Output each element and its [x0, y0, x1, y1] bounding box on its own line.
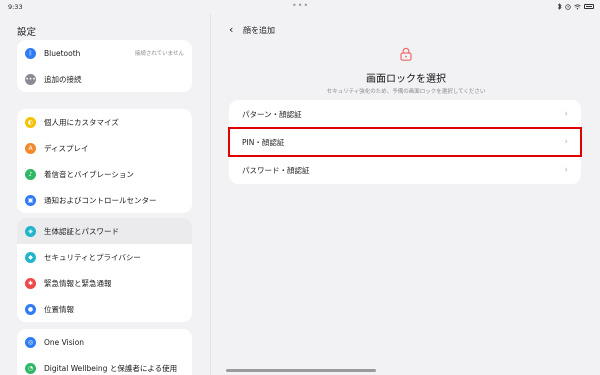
wifi-status-icon: [574, 4, 581, 9]
sidebar-item-emergency[interactable]: ✱ 緊急情報と緊急通報: [17, 270, 192, 296]
sidebar-item-sound[interactable]: ♪ 着信音とバイブレーション: [17, 161, 192, 187]
notification-icon: ▣: [25, 194, 36, 206]
chevron-right-icon: ›: [564, 109, 568, 119]
bluetooth-icon: ᛒ: [25, 47, 36, 59]
sidebar-item-label: 緊急情報と緊急通報: [44, 278, 112, 288]
sidebar-item-label: 着信音とバイブレーション: [44, 169, 134, 179]
status-time: 9:33: [8, 3, 23, 11]
home-indicator[interactable]: [226, 369, 376, 372]
sidebar-item-bluetooth[interactable]: ᛒ Bluetooth 接続されていません: [17, 40, 192, 66]
sidebar-item-label: One Vision: [44, 337, 85, 347]
sidebar-item-label: 通知およびコントロールセンター: [44, 195, 157, 205]
sound-icon: ♪: [25, 168, 36, 180]
sidebar-title: 設定: [17, 27, 37, 38]
emergency-icon: ✱: [25, 277, 36, 289]
settings-sidebar: 設定 ᛒ Bluetooth 接続されていません ••• 追加の接続 ◐ 個人用…: [0, 14, 211, 375]
sidebar-item-label: 追加の接続: [44, 74, 82, 84]
status-icons: [557, 3, 594, 10]
page-title: 顔を追加: [243, 26, 275, 35]
sidebar-item-label: 位置情報: [44, 304, 74, 314]
sidebar-item-display[interactable]: A ディスプレイ: [17, 135, 192, 161]
screen-lock-subtitle: セキュリティ強化のため、予備の画面ロックを選択してください: [326, 89, 486, 95]
sidebar-card-connections: ᛒ Bluetooth 接続されていません ••• 追加の接続: [17, 40, 192, 92]
sidebar-item-location[interactable]: ● 位置情報: [17, 296, 192, 322]
back-arrow-icon[interactable]: ‹: [229, 24, 233, 35]
sidebar-item-label: ディスプレイ: [44, 143, 89, 153]
one-vision-icon: ◎: [25, 336, 36, 348]
lock-options-list: パターン・顔認証 › PIN・顔認証 › パスワード・顔認証 ›: [228, 100, 582, 184]
sidebar-card-personalization: ◐ 個人用にカスタマイズ A ディスプレイ ♪ 着信音とバイブレーション ▣ 通…: [17, 109, 192, 213]
option-password-face[interactable]: パスワード・顔認証 ›: [229, 156, 581, 184]
biometric-icon: ◈: [25, 225, 36, 237]
sidebar-item-label: Digital Wellbeing と保護者による使用: [44, 363, 178, 373]
bluetooth-status-text: 接続されていません: [134, 51, 184, 57]
battery-icon: [584, 4, 594, 9]
sidebar-item-digital-wellbeing[interactable]: ◔ Digital Wellbeing と保護者による使用: [17, 355, 192, 375]
shield-icon: ◆: [25, 251, 36, 263]
more-icon: •••: [25, 73, 36, 85]
sidebar-item-label: 生体認証とパスワード: [44, 226, 119, 236]
option-pattern-face[interactable]: パターン・顔認証 ›: [229, 100, 581, 128]
sidebar-item-security-privacy[interactable]: ◆ セキュリティとプライバシー: [17, 244, 192, 270]
sidebar-item-label: 個人用にカスタマイズ: [44, 117, 119, 127]
multitask-dots[interactable]: •••: [292, 1, 309, 10]
sidebar-card-wellbeing: ◎ One Vision ◔ Digital Wellbeing と保護者による…: [17, 329, 192, 375]
main-panel: ‹ 顔を追加 画面ロックを選択 セキュリティ強化のため、予備の画面ロックを選択し…: [212, 14, 600, 375]
sidebar-card-security: ◈ 生体認証とパスワード ◆ セキュリティとプライバシー ✱ 緊急情報と緊急通報…: [17, 218, 192, 322]
sidebar-item-customize[interactable]: ◐ 個人用にカスタマイズ: [17, 109, 192, 135]
alarm-status-icon: [565, 3, 571, 10]
option-label: PIN・顔認証: [242, 137, 285, 147]
lock-icon: [400, 47, 412, 61]
sidebar-item-one-vision[interactable]: ◎ One Vision: [17, 329, 192, 355]
status-bar: 9:33 •••: [0, 0, 600, 14]
bluetooth-status-icon: [557, 3, 562, 10]
option-label: パスワード・顔認証: [242, 165, 310, 175]
option-label: パターン・顔認証: [242, 109, 302, 119]
wellbeing-icon: ◔: [25, 362, 36, 374]
chevron-right-icon: ›: [564, 137, 568, 147]
screen-lock-heading: 画面ロックを選択: [366, 74, 446, 85]
chevron-right-icon: ›: [564, 165, 568, 175]
option-pin-face[interactable]: PIN・顔認証 ›: [228, 127, 582, 157]
sidebar-item-more-connections[interactable]: ••• 追加の接続: [17, 66, 192, 92]
sidebar-item-label: セキュリティとプライバシー: [44, 252, 141, 262]
palette-icon: ◐: [25, 116, 36, 128]
display-icon: A: [25, 142, 36, 154]
sidebar-item-notifications[interactable]: ▣ 通知およびコントロールセンター: [17, 187, 192, 213]
sidebar-item-biometrics[interactable]: ◈ 生体認証とパスワード: [17, 218, 192, 244]
sidebar-item-label: Bluetooth: [44, 48, 81, 58]
location-icon: ●: [25, 303, 36, 315]
